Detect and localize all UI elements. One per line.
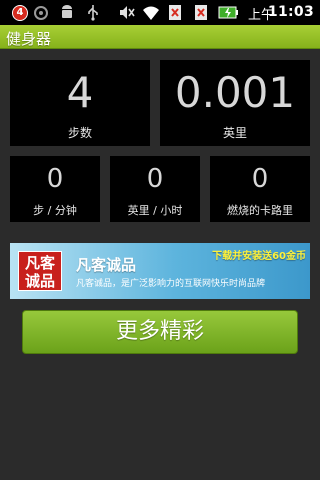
sim-missing-icon	[195, 5, 207, 20]
calories-card: 0 燃烧的卡路里	[210, 156, 310, 222]
distance-card: 0.001 英里	[160, 60, 310, 146]
pace-label: 步 / 分钟	[33, 204, 77, 217]
more-button[interactable]: 更多精彩	[22, 310, 298, 354]
calories-value: 0	[251, 164, 269, 194]
steps-card: 4 步数	[10, 60, 150, 146]
ad-description: 凡客诚品，是广泛影响力的互联网快乐时尚品牌	[76, 279, 266, 289]
ad-banner[interactable]: 凡客诚品 凡客诚品 凡客诚品，是广泛影响力的互联网快乐时尚品牌 下载并安装送60…	[10, 243, 310, 299]
status-bar: 4 上午 11:03	[0, 0, 320, 25]
status-clock: 11:03	[267, 4, 314, 20]
calories-label: 燃烧的卡路里	[227, 204, 293, 217]
app-title-bar: 健身器	[0, 25, 320, 49]
ad-logo: 凡客诚品	[18, 251, 62, 291]
ad-brand-name: 凡客诚品	[76, 256, 137, 274]
speed-card: 0 英里 / 小时	[110, 156, 200, 222]
distance-label: 英里	[222, 126, 247, 140]
pace-value: 0	[46, 164, 64, 194]
steps-value: 4	[66, 68, 94, 117]
mute-icon	[120, 6, 135, 19]
usb-icon	[88, 5, 98, 21]
app-title: 健身器	[6, 30, 52, 48]
pace-card: 0 步 / 分钟	[10, 156, 100, 222]
sim-missing-icon	[169, 5, 181, 20]
ad-promo-text: 下载并安装送60金币	[212, 251, 306, 262]
speed-value: 0	[146, 164, 164, 194]
android-icon	[62, 5, 72, 18]
wifi-icon	[143, 6, 159, 20]
app-icon	[34, 6, 48, 20]
steps-label: 步数	[67, 126, 92, 140]
speed-label: 英里 / 小时	[127, 204, 183, 217]
notification-badge-icon: 4	[12, 5, 28, 21]
distance-value: 0.001	[174, 68, 296, 117]
battery-charging-icon	[218, 6, 238, 19]
